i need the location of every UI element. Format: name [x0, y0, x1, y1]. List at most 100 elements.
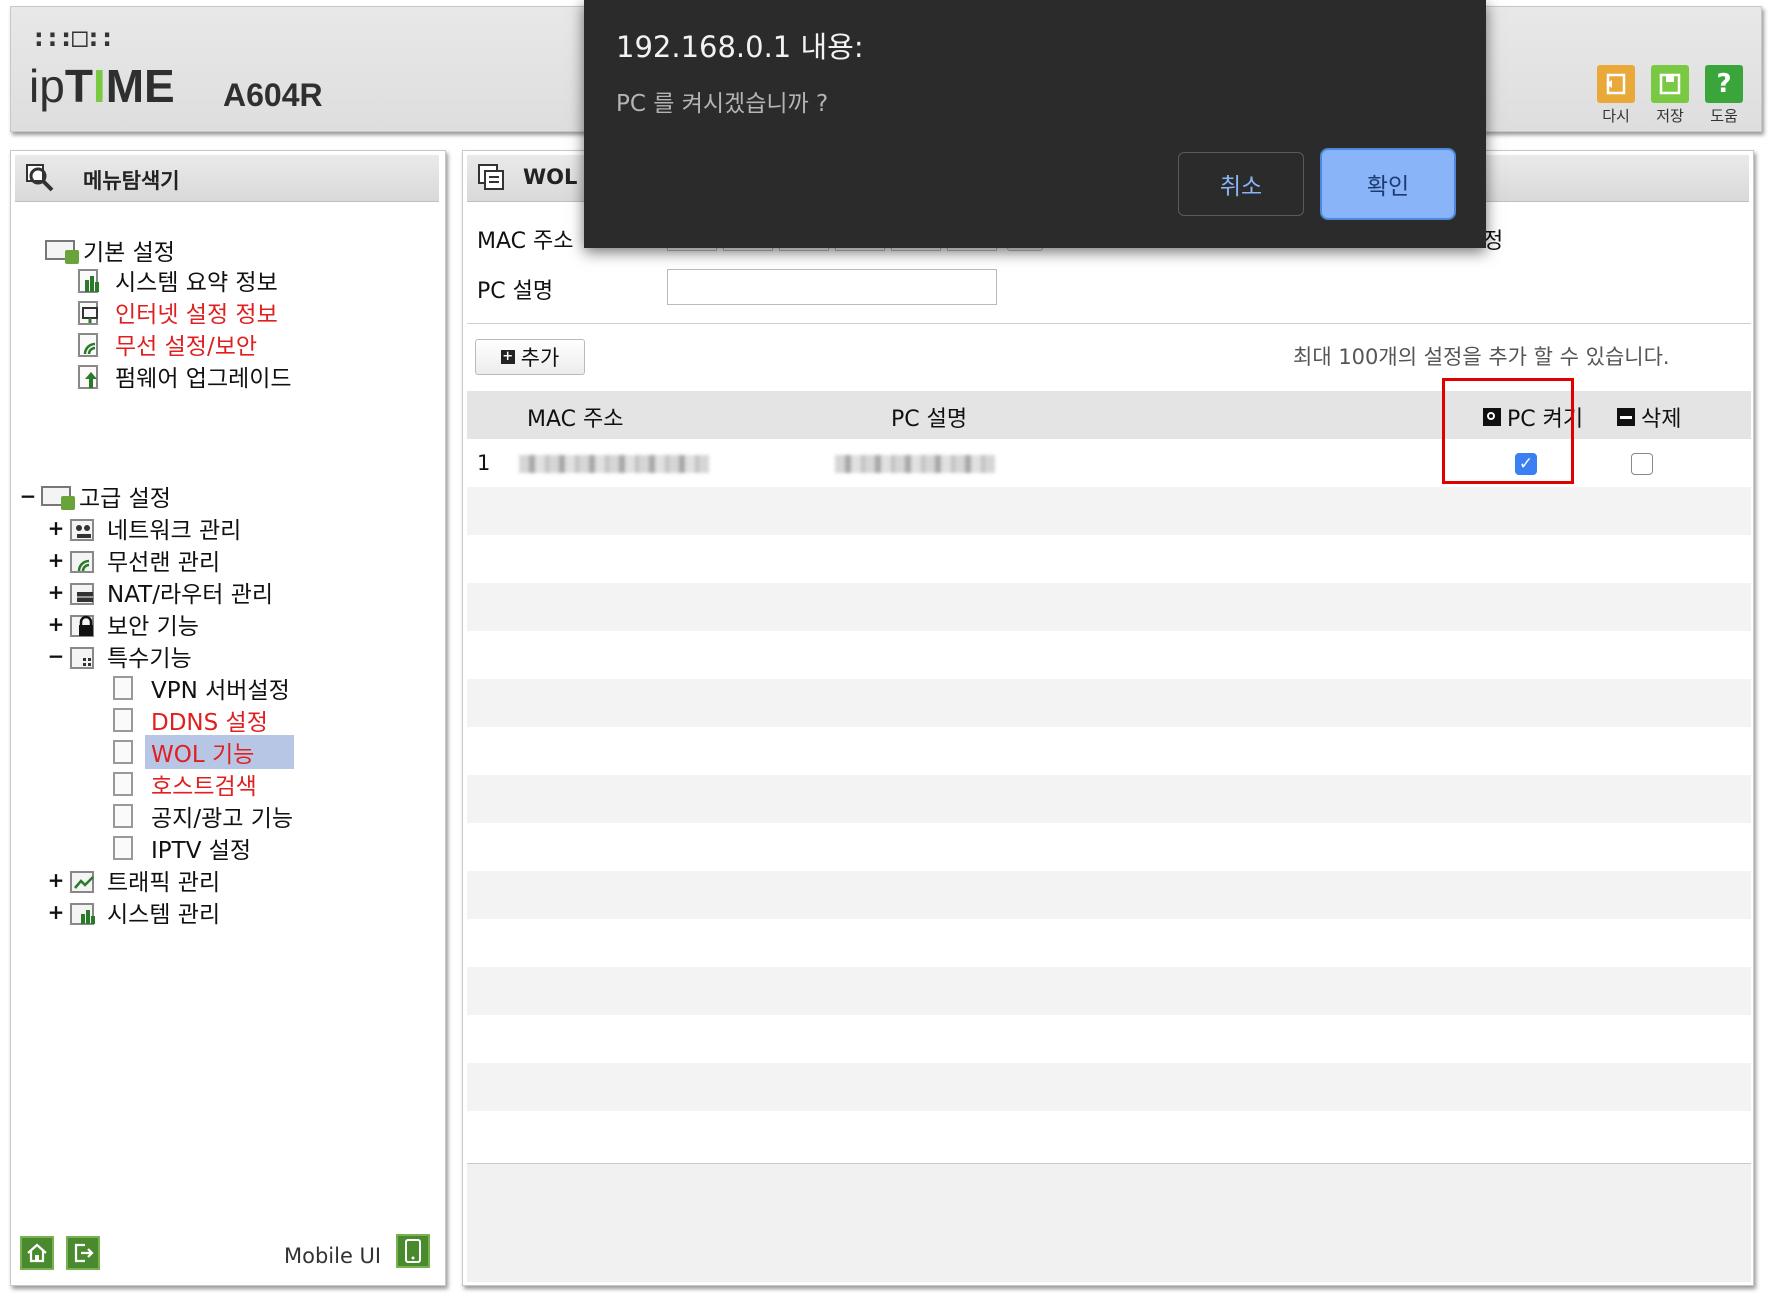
empty-row [467, 871, 1751, 919]
dialog-title: 192.168.0.1 내용: [616, 30, 864, 64]
empty-row [467, 631, 1751, 679]
ok-button[interactable]: 확인 [1322, 150, 1454, 218]
magnifier-icon [25, 163, 55, 198]
wifi-folder-icon [69, 548, 97, 573]
blurred-pc-description [835, 455, 995, 473]
tree-firmware-upgrade[interactable]: 펌웨어 업그레이드 [77, 361, 292, 392]
bar-chart-icon [69, 900, 97, 925]
empty-row [467, 1063, 1751, 1111]
collapse-icon[interactable]: − [43, 644, 69, 668]
table-footer [467, 1163, 1751, 1282]
menu-explorer-title: 메뉴탐색기 [83, 169, 180, 193]
refresh-button[interactable]: 다시 [1593, 65, 1639, 126]
tree-basic-settings[interactable]: 기본 설정 [45, 235, 175, 266]
logout-button[interactable] [66, 1236, 100, 1270]
help-label: 도움 [1710, 107, 1738, 125]
dialog-message: PC 를 켜시겠습니까 ? [616, 91, 829, 117]
empty-row [467, 775, 1751, 823]
tree-notice-ad[interactable]: 공지/광고 기능 [113, 801, 294, 832]
tree-iptv[interactable]: IPTV 설정 [113, 833, 252, 864]
tree-special-features[interactable]: − 특수기능 [43, 641, 192, 672]
tree-vpn-server[interactable]: VPN 서버설정 [113, 673, 290, 704]
tree-internet-info[interactable]: 인터넷 설정 정보 [77, 297, 278, 328]
expand-icon[interactable]: + [43, 580, 69, 604]
help-button[interactable]: ? 도움 [1701, 65, 1747, 126]
refresh-label: 다시 [1602, 107, 1630, 125]
expand-icon[interactable]: + [43, 516, 69, 540]
tree-advanced-settings[interactable]: − 고급 설정 [15, 481, 171, 512]
brand-t: T [64, 60, 93, 112]
tree-basic-settings-label: 기본 설정 [83, 240, 175, 266]
tree-system-summary-label: 시스템 요약 정보 [115, 270, 278, 296]
tree-host-search-label: 호스트검색 [151, 774, 257, 800]
empty-row [467, 679, 1751, 727]
expand-icon[interactable]: + [43, 612, 69, 636]
add-button[interactable]: + 추가 [475, 339, 585, 375]
tree-host-search[interactable]: 호스트검색 [113, 769, 257, 800]
window-stack-icon [477, 163, 507, 198]
page-icon [113, 836, 133, 860]
save-label: 저장 [1656, 107, 1684, 125]
folder-settings-icon [45, 240, 79, 264]
tree-system-management-label: 시스템 관리 [107, 902, 221, 928]
monitor-icon [77, 300, 105, 325]
model-name: A604R [223, 77, 323, 113]
tree-wol[interactable]: WOL 기능 [113, 735, 295, 769]
plus-icon: + [500, 349, 515, 364]
tree-iptv-label: IPTV 설정 [151, 838, 252, 864]
expand-icon[interactable]: + [43, 548, 69, 572]
traffic-chart-icon [69, 868, 97, 893]
save-icon [1651, 65, 1689, 103]
col-mac-address: MAC 주소 [527, 407, 624, 432]
tree-system-management[interactable]: + 시스템 관리 [43, 897, 221, 928]
tree-wlan-management[interactable]: + 무선랜 관리 [43, 545, 221, 576]
row-index: 1 [477, 451, 491, 475]
save-button[interactable]: 저장 [1647, 65, 1693, 126]
tree-internet-info-label: 인터넷 설정 정보 [115, 302, 278, 328]
wol-page-title: WOL [523, 165, 578, 189]
page-icon [113, 772, 133, 796]
brand-me: ME [105, 60, 175, 112]
empty-row [467, 919, 1751, 967]
expand-icon[interactable]: + [43, 900, 69, 924]
mobile-ui-button[interactable] [396, 1234, 430, 1268]
expand-icon[interactable]: + [43, 868, 69, 892]
tree-system-summary[interactable]: 시스템 요약 정보 [77, 265, 278, 296]
page-icon [113, 804, 133, 828]
tree-security-label: 보안 기능 [107, 614, 199, 640]
cancel-button[interactable]: 취소 [1178, 152, 1304, 216]
empty-row [467, 583, 1751, 631]
tree-network-management[interactable]: + 네트워크 관리 [43, 513, 242, 544]
minus-icon [1617, 408, 1635, 426]
delete-checkbox[interactable] [1631, 453, 1653, 475]
tree-wireless-security[interactable]: 무선 설정/보안 [77, 329, 257, 360]
col-delete[interactable]: 삭제 [1617, 401, 1681, 433]
brand-prefix: ip [29, 60, 65, 112]
tree-nat-router[interactable]: + NAT/라우터 관리 [43, 577, 274, 608]
brand-dots-logo: :::□:: [31, 23, 115, 53]
mac-setting-tail: 정 [1483, 229, 1504, 254]
tree-vpn-server-label: VPN 서버설정 [151, 678, 290, 704]
tree-nat-router-label: NAT/라우터 관리 [107, 582, 274, 608]
tree-security[interactable]: + 보안 기능 [43, 609, 199, 640]
tree-wol-label: WOL 기능 [145, 735, 295, 769]
col-pc-description: PC 설명 [891, 407, 968, 432]
mobile-ui-link[interactable]: Mobile UI [284, 1244, 381, 1268]
sidebar-footer: Mobile UI [10, 1228, 440, 1276]
empty-row [467, 823, 1751, 871]
pc-description-input[interactable] [667, 269, 997, 305]
network-icon [69, 516, 97, 541]
tree-notice-ad-label: 공지/광고 기능 [151, 806, 294, 832]
tree-special-features-label: 특수기능 [107, 646, 192, 672]
lock-icon [69, 612, 97, 637]
tree-ddns[interactable]: DDNS 설정 [113, 705, 268, 736]
phone-icon [405, 1239, 421, 1263]
tree-advanced-settings-label: 고급 설정 [79, 486, 171, 512]
col-delete-label: 삭제 [1641, 407, 1682, 432]
collapse-icon[interactable]: − [15, 484, 41, 508]
tree-traffic-management[interactable]: + 트래픽 관리 [43, 865, 221, 896]
dots-folder-icon [69, 644, 97, 669]
home-button[interactable] [20, 1236, 54, 1270]
tree-ddns-label: DDNS 설정 [151, 710, 268, 736]
upgrade-arrow-icon [77, 364, 105, 389]
